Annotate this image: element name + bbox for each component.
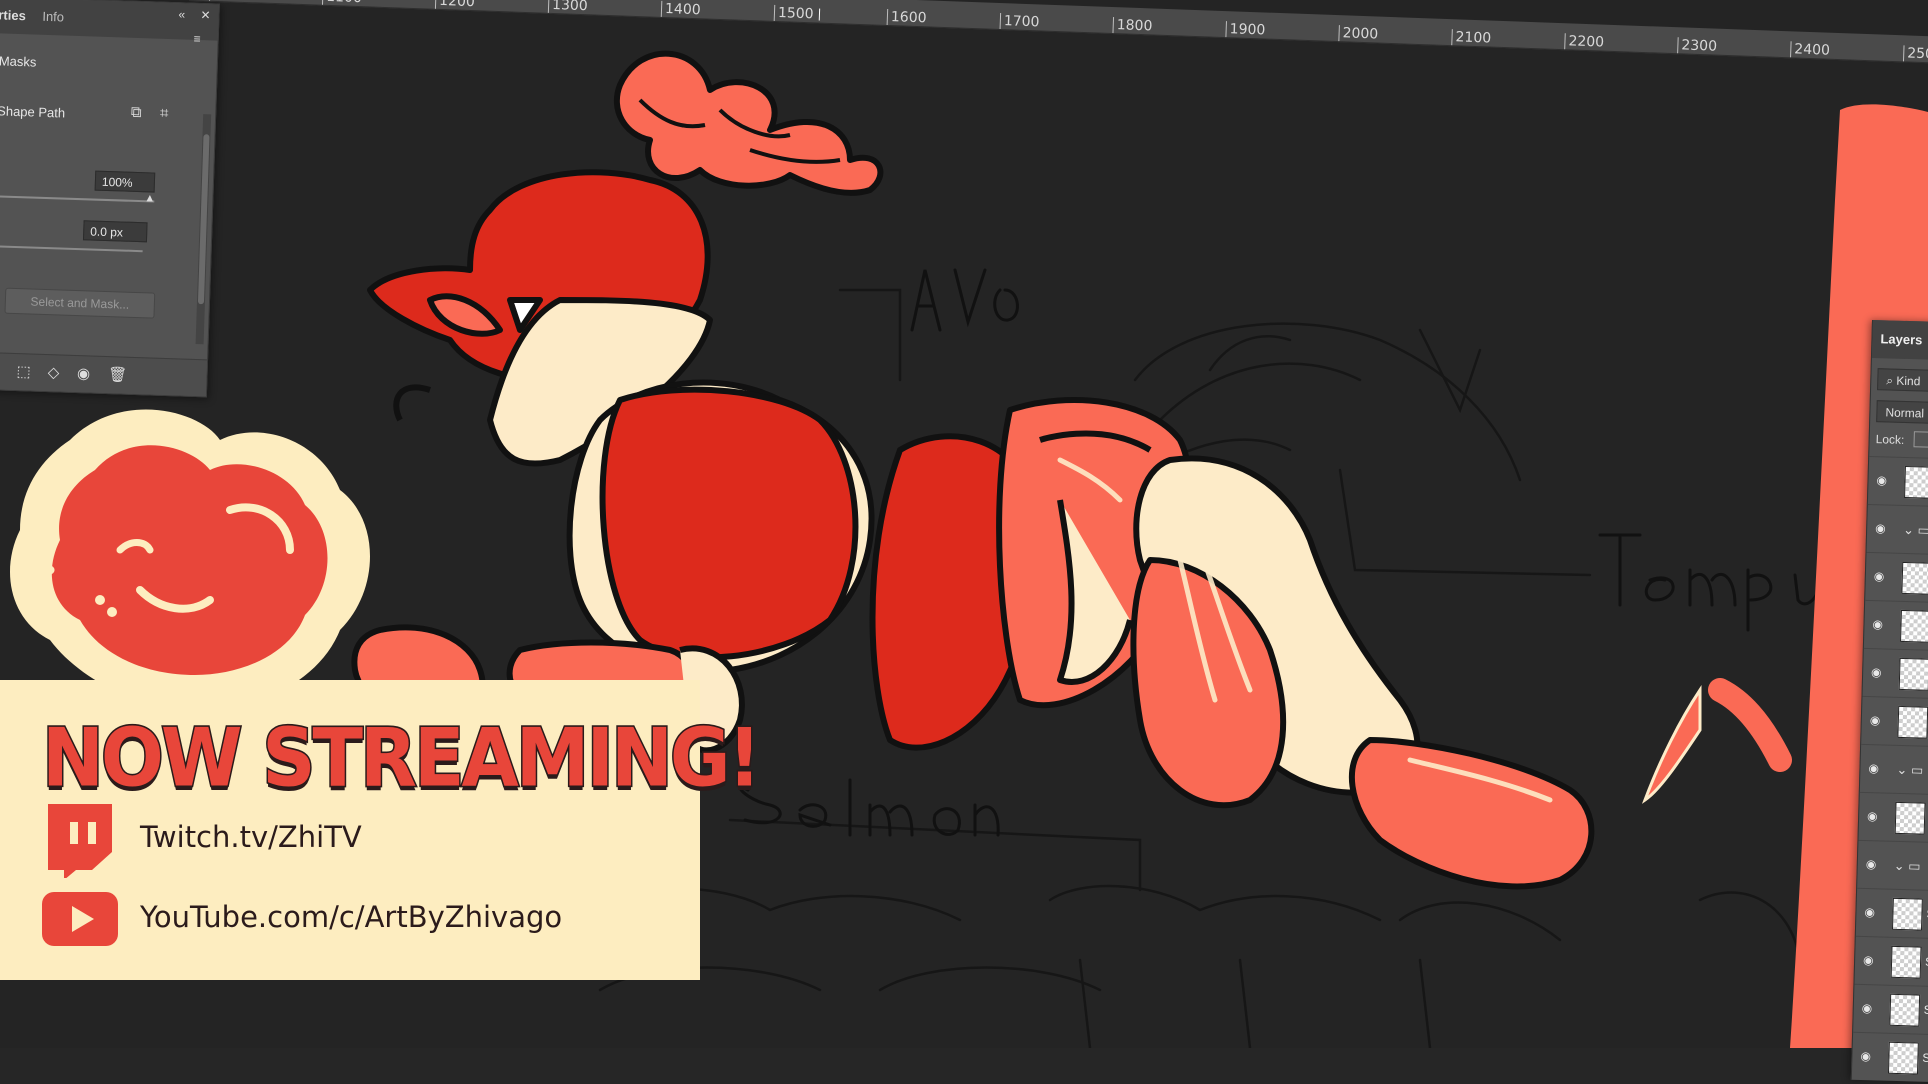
- layer-thumbnail: [1904, 466, 1928, 499]
- layer-row[interactable]: ◉: [1861, 696, 1928, 748]
- twitch-icon: [40, 800, 118, 878]
- layers-tab-bar: Layers: [1872, 320, 1928, 361]
- layer-name: Shap: [1922, 1051, 1928, 1066]
- folder-icon[interactable]: ⌄ ▭: [1894, 858, 1921, 875]
- kind-filter[interactable]: ⌕ Kind: [1877, 368, 1928, 393]
- layer-row[interactable]: ◉: [1865, 552, 1928, 604]
- kind-filter-label: Kind: [1896, 374, 1920, 389]
- twitch-link[interactable]: Twitch.tv/ZhiTV: [140, 820, 362, 854]
- slider-handle-icon[interactable]: ▲: [144, 192, 155, 204]
- layer-row[interactable]: ◉ Shap: [1852, 1032, 1928, 1084]
- youtube-link[interactable]: YouTube.com/c/ArtByZhivago: [140, 900, 562, 934]
- layer-row[interactable]: ◉Sh: [1854, 936, 1928, 988]
- load-selection-icon[interactable]: ⬚: [12, 361, 35, 384]
- layer-row[interactable]: ◉: [1862, 648, 1928, 700]
- close-icon[interactable]: ✕: [200, 8, 211, 22]
- lock-label: Lock:: [1875, 432, 1904, 447]
- apply-mask-icon[interactable]: ◇: [42, 362, 65, 385]
- eye-icon[interactable]: ◉: [1866, 857, 1877, 871]
- add-mask-icon[interactable]: ⧉: [125, 102, 148, 125]
- layer-thumbnail: [1897, 706, 1928, 739]
- trash-icon[interactable]: 🗑: [106, 364, 129, 387]
- eye-icon[interactable]: ◉: [72, 363, 95, 386]
- layer-thumbnail: [1891, 946, 1922, 979]
- properties-panel[interactable]: rties Info « ✕ ≡ Masks Shape Path ⧉ ⌗ 10…: [0, 0, 220, 397]
- properties-scrollbar[interactable]: [196, 114, 212, 344]
- mascot-logo: [0, 400, 420, 720]
- feather-slider[interactable]: [0, 245, 143, 252]
- tab-layers[interactable]: Layers: [1880, 331, 1922, 347]
- masks-label: Masks: [0, 53, 37, 69]
- layer-row[interactable]: ◉⌄ ▭sa: [1860, 744, 1928, 796]
- layer-row[interactable]: ◉Sh: [1856, 888, 1928, 940]
- search-icon: ⌕: [1886, 373, 1896, 387]
- youtube-icon: [40, 888, 120, 948]
- feather-field[interactable]: 0.0 px: [83, 220, 148, 242]
- eye-icon[interactable]: ◉: [1872, 617, 1883, 631]
- collapse-icon[interactable]: «: [178, 7, 185, 21]
- properties-footer: ⬚ ◇ ◉ 🗑: [0, 352, 207, 397]
- tab-info[interactable]: Info: [42, 9, 64, 25]
- eye-icon[interactable]: ◉: [1862, 1001, 1873, 1015]
- eye-icon[interactable]: ◉: [1870, 713, 1881, 727]
- layer-row[interactable]: ◉ ⌄ ▭: [1866, 504, 1928, 556]
- layer-thumbnail: [1889, 994, 1920, 1027]
- lock-transparency-icon[interactable]: [1913, 431, 1928, 447]
- layer-thumbnail: [1888, 1042, 1919, 1075]
- properties-tab-bar: rties Info « ✕ ≡: [0, 0, 219, 41]
- select-and-mask-button[interactable]: Select and Mask...: [4, 288, 155, 319]
- eye-icon[interactable]: ◉: [1868, 761, 1879, 775]
- layer-thumbnail: [1899, 658, 1928, 691]
- density-field[interactable]: 100%: [95, 171, 156, 193]
- layer-row[interactable]: ◉: [1864, 600, 1928, 652]
- now-streaming-headline: NOW STREAMING!: [42, 712, 758, 805]
- tab-properties[interactable]: rties: [0, 7, 26, 23]
- youtube-row[interactable]: YouTube.com/c/ArtByZhivago: [40, 888, 600, 958]
- layer-row[interactable]: ◉⌄ ▭red: [1857, 840, 1928, 892]
- layer-row[interactable]: ◉S: [1858, 792, 1928, 844]
- shape-path-label: Shape Path: [0, 103, 65, 120]
- layer-thumbnail: [1900, 610, 1928, 643]
- eye-icon[interactable]: ◉: [1863, 953, 1874, 967]
- eye-icon[interactable]: ◉: [1871, 665, 1882, 679]
- eye-icon[interactable]: ◉: [1864, 905, 1875, 919]
- layer-thumbnail: [1901, 562, 1928, 595]
- density-slider[interactable]: [0, 195, 154, 202]
- layer-row[interactable]: ◉: [1868, 456, 1928, 508]
- layer-name: Sha: [1924, 1003, 1928, 1018]
- eye-icon[interactable]: ◉: [1875, 521, 1886, 535]
- eye-icon[interactable]: ◉: [1874, 569, 1885, 583]
- photoshop-canvas[interactable]: 1000110012001300140015001600170018001900…: [0, 0, 1928, 1048]
- eye-icon[interactable]: ◉: [1860, 1049, 1871, 1063]
- blend-mode-select[interactable]: Normal: [1876, 400, 1928, 425]
- folder-icon[interactable]: ⌄ ▭: [1896, 762, 1923, 779]
- layer-thumbnail: [1895, 802, 1926, 835]
- vector-mask-icon[interactable]: ⌗: [153, 102, 176, 125]
- panel-menu-icon[interactable]: ≡: [193, 32, 200, 46]
- twitch-row[interactable]: Twitch.tv/ZhiTV: [40, 800, 600, 870]
- folder-icon[interactable]: ⌄ ▭: [1903, 522, 1928, 539]
- layer-thumbnail: [1892, 898, 1923, 931]
- eye-icon[interactable]: ◉: [1867, 809, 1878, 823]
- eye-icon[interactable]: ◉: [1876, 473, 1887, 487]
- layer-row[interactable]: ◉ Sha: [1853, 984, 1928, 1036]
